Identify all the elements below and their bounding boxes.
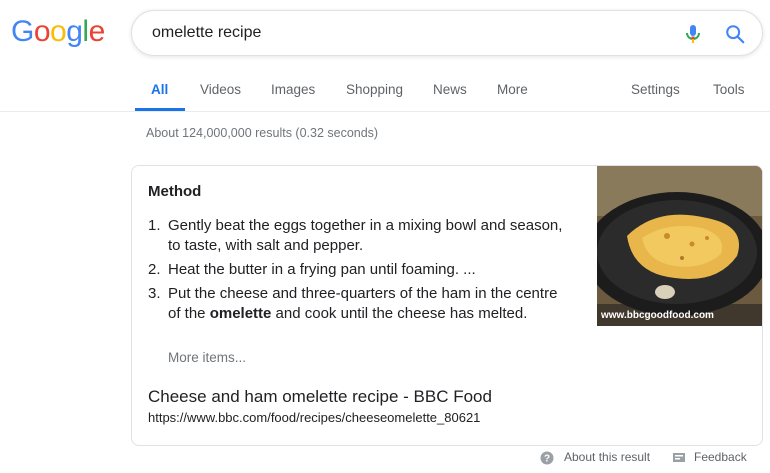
search-icon[interactable] xyxy=(724,23,746,45)
search-input[interactable] xyxy=(152,22,652,44)
snippet-heading: Method xyxy=(148,183,202,200)
tabs-divider xyxy=(0,111,770,112)
step-text: Gently beat the eggs together in a mixin… xyxy=(168,217,563,254)
tab-more[interactable]: More xyxy=(497,82,528,97)
list-item: 1. Gently beat the eggs together in a mi… xyxy=(148,216,568,256)
list-item: 3. Put the cheese and three-quarters of … xyxy=(148,284,568,324)
featured-snippet: Method 1. Gently beat the eggs together … xyxy=(131,165,763,446)
tab-all[interactable]: All xyxy=(151,82,168,97)
snippet-image[interactable]: www.bbcgoodfood.com xyxy=(597,166,762,326)
settings-link[interactable]: Settings xyxy=(631,82,680,97)
logo-letter: o xyxy=(50,15,67,48)
logo-letter: g xyxy=(66,15,83,48)
omelette-photo xyxy=(597,166,762,326)
snippet-steps: 1. Gently beat the eggs together in a mi… xyxy=(148,216,568,328)
logo-letter: o xyxy=(33,15,51,48)
step-text: Heat the butter in a frying pan until fo… xyxy=(168,261,476,278)
tools-link[interactable]: Tools xyxy=(713,82,745,97)
google-logo[interactable]: Google xyxy=(11,14,105,50)
search-box[interactable] xyxy=(131,10,763,56)
result-stats: About 124,000,000 results (0.32 seconds) xyxy=(146,126,379,140)
logo-letter: G xyxy=(11,15,34,48)
feedback-link[interactable]: Feedback xyxy=(694,450,747,464)
step-number: 3. xyxy=(148,285,161,302)
result-url[interactable]: https://www.bbc.com/food/recipes/cheeseo… xyxy=(148,410,480,425)
tab-videos[interactable]: Videos xyxy=(200,82,241,97)
microphone-icon[interactable] xyxy=(681,22,705,46)
search-tabs: All Videos Images Shopping News More Set… xyxy=(0,70,770,112)
image-source-caption: www.bbcgoodfood.com xyxy=(601,310,714,321)
tab-news[interactable]: News xyxy=(433,82,467,97)
step-keyword: omelette xyxy=(209,305,272,322)
tab-images[interactable]: Images xyxy=(271,82,315,97)
tab-shopping[interactable]: Shopping xyxy=(346,82,403,97)
step-text: and cook until the cheese has melted. xyxy=(271,305,528,322)
result-title-link[interactable]: Cheese and ham omelette recipe - BBC Foo… xyxy=(148,387,492,407)
help-icon[interactable]: ? xyxy=(540,451,554,465)
logo-letter: e xyxy=(88,15,106,48)
svg-text:?: ? xyxy=(544,454,550,465)
more-items-link[interactable]: More items... xyxy=(168,350,246,365)
feedback-icon[interactable] xyxy=(672,451,686,465)
list-item: 2. Heat the butter in a frying pan until… xyxy=(148,260,568,280)
about-result-link[interactable]: About this result xyxy=(564,450,650,464)
step-number: 2. xyxy=(148,261,161,278)
step-number: 1. xyxy=(148,217,161,234)
